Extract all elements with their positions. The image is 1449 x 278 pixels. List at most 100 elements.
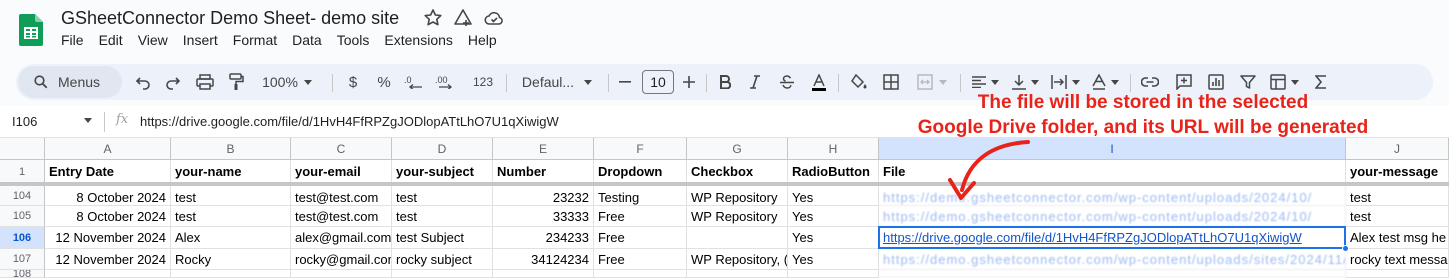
percent-format-button[interactable]: %	[373, 64, 395, 100]
table-cell[interactable]: test	[171, 206, 291, 227]
table-cell[interactable]: https://demo.gsheetconnector.com/wp-cont…	[879, 249, 1346, 270]
currency-format-button[interactable]: $	[342, 64, 364, 100]
menu-tools[interactable]: Tools	[337, 32, 370, 48]
table-cell[interactable]: test	[392, 186, 493, 206]
table-cell[interactable]	[687, 270, 788, 278]
table-cell[interactable]: Yes	[788, 186, 879, 206]
table-cell[interactable]: rocky subject	[392, 249, 493, 270]
menu-extensions[interactable]: Extensions	[384, 32, 452, 48]
table-cell[interactable]: test	[171, 186, 291, 206]
table-cell[interactable]	[879, 270, 1346, 278]
header-cell[interactable]: Dropdown	[594, 160, 687, 184]
italic-button[interactable]	[744, 64, 766, 100]
redo-button[interactable]	[162, 64, 184, 100]
row-header[interactable]: 107	[0, 249, 45, 270]
table-cell[interactable]: 12 November 2024	[45, 249, 171, 270]
table-cell[interactable]	[45, 270, 171, 278]
table-cell[interactable]	[1346, 270, 1449, 278]
column-header-g[interactable]: G	[687, 138, 788, 160]
table-cell[interactable]: test	[1346, 206, 1449, 227]
search-menus-button[interactable]: Menus	[18, 66, 122, 98]
header-cell[interactable]: Number	[493, 160, 594, 184]
table-cell[interactable]: Rocky	[171, 249, 291, 270]
print-button[interactable]	[194, 64, 216, 100]
table-cell[interactable]	[493, 270, 594, 278]
column-header-e[interactable]: E	[493, 138, 594, 160]
table-cell[interactable]: 34124234	[493, 249, 594, 270]
row-header[interactable]: 1	[0, 160, 45, 184]
table-cell[interactable]: Testing	[594, 186, 687, 206]
table-cell[interactable]: test	[392, 206, 493, 227]
table-cell[interactable]: 8 October 2024	[45, 186, 171, 206]
row-header[interactable]: 108	[0, 270, 45, 278]
table-cell[interactable]: Alex	[171, 227, 291, 249]
star-icon[interactable]	[423, 8, 443, 28]
row-header[interactable]: 104	[0, 186, 45, 206]
select-all-corner[interactable]	[0, 138, 45, 160]
menu-insert[interactable]: Insert	[183, 32, 218, 48]
table-cell[interactable]	[687, 227, 788, 249]
decrease-font-size-button[interactable]	[616, 64, 634, 100]
table-cell[interactable]: https://drive.google.com/file/d/1HvH4FfR…	[879, 227, 1346, 249]
table-cell[interactable]: WP Repository	[687, 206, 788, 227]
table-cell[interactable]	[594, 270, 687, 278]
table-cell[interactable]: Free	[594, 227, 687, 249]
column-header-a[interactable]: A	[45, 138, 171, 160]
header-cell[interactable]: your-name	[171, 160, 291, 184]
strikethrough-button[interactable]	[776, 64, 798, 100]
name-box[interactable]: I106	[12, 114, 37, 129]
column-header-h[interactable]: H	[788, 138, 879, 160]
header-cell[interactable]: your-email	[291, 160, 392, 184]
table-cell[interactable]: Yes	[788, 249, 879, 270]
header-cell[interactable]: your-message	[1346, 160, 1449, 184]
paint-format-button[interactable]	[225, 64, 247, 100]
table-cell[interactable]: 8 October 2024	[45, 206, 171, 227]
chevron-down-icon[interactable]	[84, 118, 92, 123]
table-cell[interactable]: rocky@gmail.com	[291, 249, 392, 270]
table-cell[interactable]: https://demo.gsheetconnector.com/wp-cont…	[879, 206, 1346, 227]
table-cell[interactable]: 33333	[493, 206, 594, 227]
bold-button[interactable]	[714, 64, 736, 100]
row-header[interactable]: 105	[0, 206, 45, 227]
menu-format[interactable]: Format	[233, 32, 277, 48]
column-header-j[interactable]: J	[1346, 138, 1449, 160]
table-cell[interactable]: Yes	[788, 227, 879, 249]
increase-decimal-button[interactable]: .00	[432, 64, 460, 100]
zoom-select[interactable]: 100%	[256, 64, 318, 100]
text-color-button[interactable]	[808, 64, 830, 100]
table-cell[interactable]	[171, 270, 291, 278]
font-family-select[interactable]: Defaul...	[516, 64, 598, 100]
table-cell[interactable]: 234233	[493, 227, 594, 249]
table-cell[interactable]: 12 November 2024	[45, 227, 171, 249]
cloud-status-icon[interactable]	[484, 8, 504, 28]
document-title[interactable]: GSheetConnector Demo Sheet- demo site	[61, 8, 399, 29]
table-cell[interactable]: rocky text messa	[1346, 249, 1449, 270]
table-cell[interactable]: Free	[594, 206, 687, 227]
table-cell[interactable]: WP Repository	[687, 186, 788, 206]
menu-view[interactable]: View	[138, 32, 168, 48]
decrease-decimal-button[interactable]: .0	[402, 64, 426, 100]
menu-data[interactable]: Data	[292, 32, 322, 48]
column-header-f[interactable]: F	[594, 138, 687, 160]
menu-help[interactable]: Help	[468, 32, 497, 48]
table-cell[interactable]	[291, 270, 392, 278]
menu-edit[interactable]: Edit	[99, 32, 123, 48]
header-cell[interactable]: RadioButton	[788, 160, 879, 184]
google-sheets-logo-icon[interactable]	[19, 14, 43, 46]
table-cell[interactable]: test@test.com	[291, 206, 392, 227]
move-to-folder-icon[interactable]	[453, 8, 473, 28]
table-cell[interactable]: test@test.com	[291, 186, 392, 206]
undo-button[interactable]	[132, 64, 154, 100]
column-header-d[interactable]: D	[392, 138, 493, 160]
header-cell[interactable]: your-subject	[392, 160, 493, 184]
increase-font-size-button[interactable]	[680, 64, 698, 100]
table-cell[interactable]	[392, 270, 493, 278]
more-formats-button[interactable]: 123	[468, 64, 498, 100]
header-cell[interactable]: Entry Date	[45, 160, 171, 184]
table-cell[interactable]: Free	[594, 249, 687, 270]
column-header-c[interactable]: C	[291, 138, 392, 160]
table-cell[interactable]: 23232	[493, 186, 594, 206]
table-cell[interactable]: WP Repository, (	[687, 249, 788, 270]
formula-input[interactable]: https://drive.google.com/file/d/1HvH4FfR…	[140, 114, 559, 129]
column-header-b[interactable]: B	[171, 138, 291, 160]
